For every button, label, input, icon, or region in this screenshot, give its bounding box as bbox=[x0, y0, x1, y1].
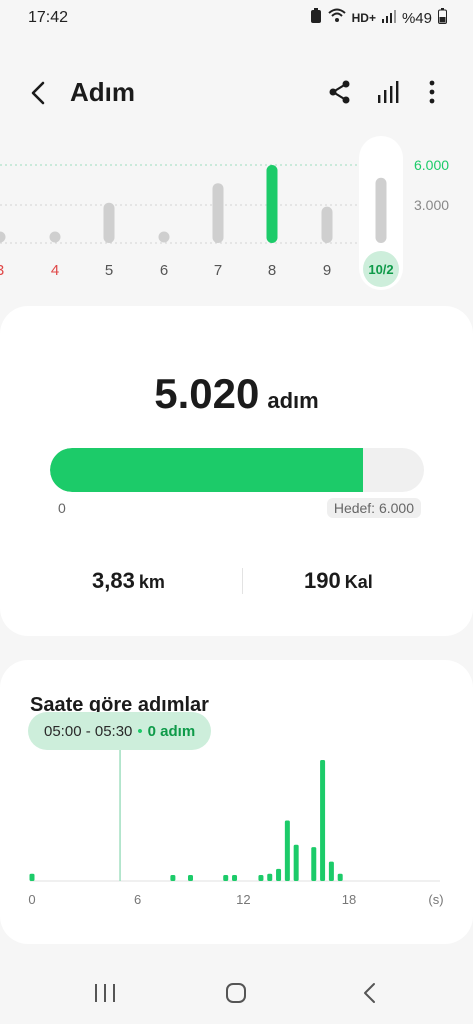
statistics-button[interactable] bbox=[375, 78, 403, 106]
hourly-x-tick: 6 bbox=[134, 892, 141, 907]
goal-progress-bar bbox=[50, 448, 424, 492]
back-icon bbox=[31, 81, 45, 105]
more-icon bbox=[429, 80, 435, 104]
hourly-bar bbox=[267, 873, 273, 881]
battery-percent: %49 bbox=[401, 9, 432, 27]
calories-value: 190 bbox=[304, 568, 341, 593]
signal-icon bbox=[381, 9, 396, 27]
goal-label: Hedef: 6.000 bbox=[326, 498, 421, 518]
weekly-day-label-4: 4 bbox=[51, 262, 59, 279]
hourly-bar bbox=[293, 844, 299, 881]
system-nav-bar bbox=[0, 960, 473, 1024]
weekly-bar-10-2 bbox=[375, 177, 387, 243]
calories-unit: Kal bbox=[344, 572, 373, 592]
distance-metric: 3,83 km bbox=[92, 568, 165, 594]
hourly-steps-card: Saate göre adımlar 0 6 12 18 (s) 05:00 - 05:… bbox=[0, 660, 473, 944]
nav-back-icon bbox=[364, 983, 375, 1003]
calories-metric: 190 Kal bbox=[304, 568, 373, 594]
hourly-bar bbox=[320, 760, 326, 881]
hourly-bar bbox=[337, 873, 343, 881]
hourly-chart-svg[interactable]: 0 6 12 18 (s) bbox=[0, 660, 473, 944]
status-time: 17:42 bbox=[28, 9, 69, 26]
home-icon bbox=[226, 983, 246, 1003]
steps-unit: adım bbox=[267, 388, 319, 413]
share-button[interactable] bbox=[326, 78, 354, 106]
weekly-chart-svg: 3 4 5 6 7 8 9 10/2 bbox=[0, 136, 403, 290]
distance-unit: km bbox=[138, 572, 165, 592]
hourly-bar bbox=[170, 874, 176, 881]
page-title: Adım bbox=[70, 77, 135, 107]
weekly-bar-9 bbox=[321, 206, 333, 243]
hourly-bar bbox=[223, 874, 229, 881]
battery-saver-icon bbox=[310, 8, 322, 28]
weekly-bar-8 bbox=[266, 165, 278, 243]
weekly-bar-5 bbox=[103, 202, 115, 243]
weekly-dot-6 bbox=[158, 231, 170, 243]
status-icons: HD+ %49 bbox=[310, 8, 447, 28]
hourly-bar bbox=[258, 874, 264, 881]
hourly-bar bbox=[276, 868, 282, 881]
weekly-day-label-10-2: 10/2 bbox=[368, 262, 393, 277]
hourly-bar bbox=[188, 874, 193, 881]
weekly-day-label-6: 6 bbox=[160, 262, 168, 279]
distance-value: 3,83 bbox=[92, 568, 135, 593]
back-button[interactable] bbox=[24, 78, 54, 108]
hourly-bar bbox=[284, 820, 290, 881]
wifi-icon bbox=[327, 8, 346, 28]
goal-progress-fill bbox=[50, 448, 364, 492]
metric-divider bbox=[242, 568, 243, 594]
hourly-x-tick: (s) bbox=[428, 892, 443, 907]
steps-value: 5.020 bbox=[154, 370, 260, 417]
recent-apps-button[interactable] bbox=[92, 982, 118, 1004]
weekly-day-label-9: 9 bbox=[323, 262, 331, 279]
hourly-tooltip: 05:00 - 05:30 • 0 adım bbox=[28, 712, 212, 750]
network-label: HD+ bbox=[351, 11, 376, 25]
battery-icon bbox=[438, 8, 447, 28]
weekly-steps-chart[interactable]: 3 4 5 6 7 8 9 10/2 6.000 3.000 bbox=[0, 136, 473, 296]
status-bar: 17:42 HD+ %49 bbox=[0, 0, 473, 36]
weekly-day-label-7: 7 bbox=[214, 262, 222, 279]
tooltip-range: 05:00 - 05:30 bbox=[44, 722, 133, 740]
tooltip-value: 0 adım bbox=[147, 722, 196, 740]
weekly-dot-3 bbox=[0, 231, 6, 243]
hourly-x-tick: 0 bbox=[28, 892, 35, 907]
weekly-dot-4 bbox=[49, 231, 61, 243]
home-button[interactable] bbox=[224, 981, 248, 1005]
tooltip-separator: • bbox=[137, 722, 143, 740]
hourly-bar bbox=[328, 861, 334, 881]
weekly-bar-7 bbox=[212, 183, 224, 243]
weekly-day-label-3: 3 bbox=[0, 262, 4, 279]
hourly-x-tick: 12 bbox=[236, 892, 250, 907]
hourly-x-tick: 18 bbox=[342, 892, 356, 907]
daily-summary-card: 5.020 adım 0 Hedef: 6.000 3,83 km 190 Kal bbox=[0, 306, 473, 636]
hourly-bar bbox=[29, 873, 35, 881]
nav-back-button[interactable] bbox=[360, 981, 380, 1005]
bar-chart-icon bbox=[378, 81, 399, 103]
steps-total: 5.020 adım bbox=[0, 370, 473, 418]
app-header: Adım bbox=[0, 66, 473, 120]
weekly-day-label-5: 5 bbox=[105, 262, 113, 279]
y-tick-mid: 3.000 bbox=[414, 197, 450, 213]
progress-min-label: 0 bbox=[58, 500, 66, 516]
weekly-day-label-8: 8 bbox=[268, 262, 276, 279]
y-tick-goal: 6.000 bbox=[414, 157, 450, 173]
hourly-bar bbox=[311, 847, 317, 881]
more-options-button[interactable] bbox=[420, 78, 444, 106]
recent-apps-icon bbox=[95, 984, 115, 1002]
hourly-bar bbox=[232, 874, 238, 881]
share-icon bbox=[329, 80, 350, 104]
